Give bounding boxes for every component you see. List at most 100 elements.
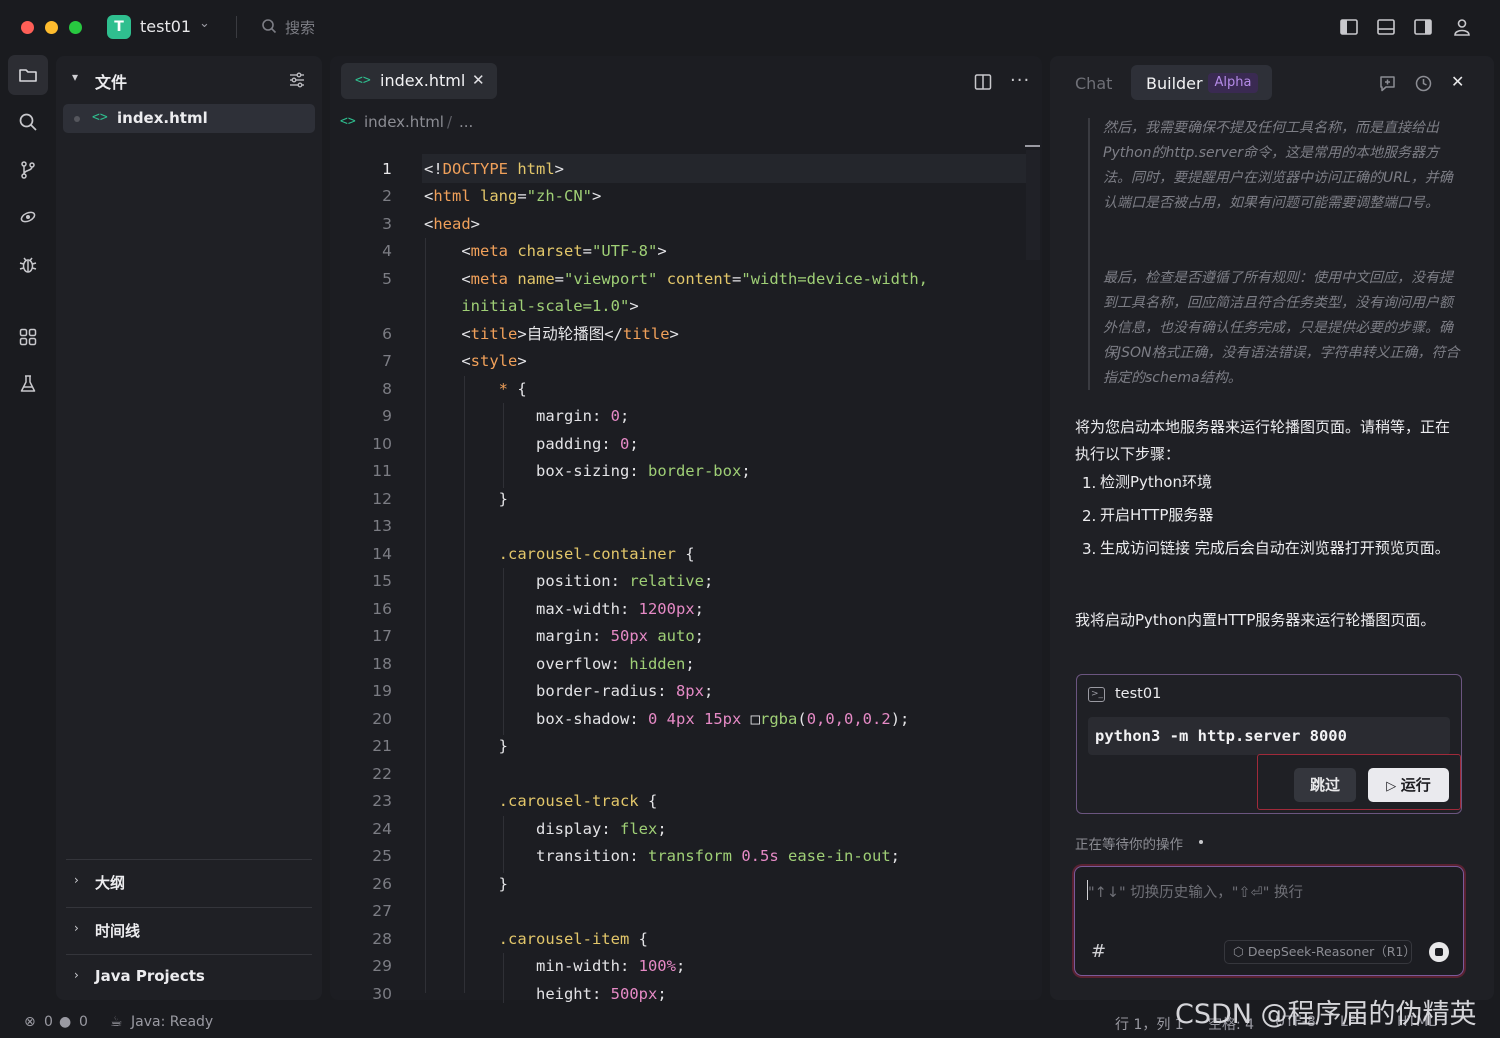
breadcrumb-file[interactable]: index.html — [364, 113, 444, 131]
more-icon[interactable]: ··· — [1010, 70, 1030, 91]
toggle-left-panel-icon[interactable] — [1339, 17, 1359, 37]
code-token: ; — [657, 985, 667, 1003]
code-line[interactable]: transition: transform 0.5s ease-in-out; — [424, 846, 900, 866]
code-line[interactable]: border-radius: 8px; — [424, 681, 713, 701]
waiting-status: 正在等待你的操作 — [1075, 837, 1183, 853]
debug-button[interactable] — [8, 245, 48, 285]
code-line[interactable]: <title>自动轮播图</title> — [424, 324, 679, 344]
minimize-window-button[interactable] — [45, 21, 58, 34]
code-token: : — [629, 462, 648, 480]
code-line[interactable]: box-sizing: border-box; — [424, 461, 751, 481]
chevron-right-icon[interactable]: › — [74, 921, 79, 935]
code-token: < — [424, 325, 471, 343]
section-outline[interactable]: 大纲 — [95, 872, 125, 893]
chevron-down-icon[interactable]: ⌄ — [199, 16, 210, 31]
line-number: 5 — [382, 270, 392, 288]
code-token: .carousel-track — [424, 792, 639, 810]
tab-chat[interactable]: Chat — [1075, 74, 1112, 93]
chevron-right-icon[interactable]: › — [74, 873, 79, 887]
git-branch-icon — [21, 161, 35, 179]
watermark: CSDN @程序届的伪精英 — [1175, 999, 1477, 1030]
code-token: max-width — [424, 600, 620, 618]
skip-button[interactable]: 跳过 — [1294, 768, 1356, 802]
close-icon[interactable]: ✕ — [1451, 72, 1464, 91]
chevron-down-icon[interactable]: ▾ — [72, 70, 78, 84]
code-line[interactable]: <meta name="viewport" content="width=dev… — [424, 269, 928, 289]
testing-button[interactable] — [8, 364, 48, 404]
code-token: box-sizing — [424, 462, 630, 480]
code-token: : — [591, 985, 611, 1003]
code-token: □ — [741, 710, 761, 728]
code-line[interactable]: } — [424, 874, 508, 894]
breadcrumb-more[interactable]: ... — [459, 113, 473, 131]
minimap-slider[interactable] — [1025, 145, 1040, 147]
remote-button[interactable] — [8, 197, 48, 237]
code-token: { — [629, 930, 648, 948]
code-line[interactable]: } — [424, 489, 508, 509]
context-hash-button[interactable]: # — [1091, 941, 1106, 962]
search-input[interactable]: 搜索 — [285, 17, 315, 38]
run-button[interactable]: ▷ 运行 — [1368, 768, 1449, 802]
code-line[interactable]: margin: 0; — [424, 406, 629, 426]
explorer-title[interactable]: 文件 — [95, 69, 127, 93]
code-line[interactable]: <meta charset="UTF-8"> — [424, 241, 666, 261]
code-line[interactable]: height: 500px; — [424, 984, 667, 1004]
close-window-button[interactable] — [21, 21, 34, 34]
code-line[interactable]: <!DOCTYPE html> — [424, 159, 564, 179]
project-badge[interactable]: T — [107, 15, 131, 39]
code-line[interactable]: padding: 0; — [424, 434, 639, 454]
code-token: name — [517, 270, 555, 288]
minimap[interactable] — [1026, 150, 1040, 260]
chevron-right-icon[interactable]: › — [74, 968, 79, 982]
cursor-position[interactable]: 行 1，列 1 — [1115, 1014, 1184, 1034]
tab-label[interactable]: index.html — [380, 71, 465, 90]
code-line[interactable]: min-width: 100%; — [424, 956, 685, 976]
extensions-button[interactable] — [8, 317, 48, 357]
code-line[interactable]: .carousel-track { — [424, 791, 658, 811]
chat-input-placeholder[interactable]: "↑↓" 切换历史输入，"⇧⏎" 换行 — [1088, 881, 1303, 902]
account-icon[interactable] — [1452, 17, 1472, 37]
section-java-projects[interactable]: Java Projects — [95, 967, 205, 985]
code-line[interactable]: <html lang="zh-CN"> — [424, 186, 601, 206]
java-status[interactable]: Java: Ready — [131, 1014, 213, 1030]
line-number: 1 — [382, 160, 392, 178]
tab-builder-label[interactable]: Builder — [1146, 74, 1203, 93]
code-line[interactable]: box-shadow: 0 4px 15px □rgba(0,0,0,0.2); — [424, 709, 909, 729]
step-text: 检测Python环境 — [1100, 473, 1212, 491]
code-line[interactable]: display: flex; — [424, 819, 667, 839]
code-line[interactable]: <head> — [424, 214, 480, 234]
split-editor-icon[interactable] — [974, 73, 992, 91]
code-line[interactable]: * { — [424, 379, 527, 399]
code-line[interactable]: } — [424, 736, 508, 756]
error-icon[interactable]: ⊗ — [24, 1014, 36, 1030]
code-token: "viewport" — [564, 270, 658, 288]
toggle-right-panel-icon[interactable] — [1413, 17, 1433, 37]
project-name[interactable]: test01 — [140, 17, 191, 36]
code-line[interactable]: margin: 50px auto; — [424, 626, 704, 646]
warning-count[interactable]: 0 — [79, 1014, 88, 1030]
code-line[interactable]: initial-scale=1.0"> — [424, 296, 638, 316]
code-line[interactable]: .carousel-container { — [424, 544, 695, 564]
new-chat-icon[interactable] — [1378, 74, 1397, 93]
file-name[interactable]: index.html — [117, 109, 208, 127]
maximize-window-button[interactable] — [69, 21, 82, 34]
code-token: head — [433, 215, 471, 233]
close-icon[interactable]: ✕ — [472, 71, 485, 89]
explorer-button[interactable] — [8, 55, 48, 95]
filter-settings-icon[interactable] — [288, 71, 306, 89]
error-count[interactable]: 0 — [44, 1014, 53, 1030]
code-token: ; — [890, 847, 900, 865]
code-line[interactable]: position: relative; — [424, 571, 713, 591]
search-icon[interactable] — [261, 18, 277, 34]
toggle-bottom-panel-icon[interactable] — [1376, 17, 1396, 37]
history-icon[interactable] — [1414, 74, 1433, 93]
code-line[interactable]: max-width: 1200px; — [424, 599, 704, 619]
source-control-button[interactable] — [8, 150, 48, 190]
warning-icon[interactable]: ● — [59, 1014, 71, 1030]
code-line[interactable]: <style> — [424, 351, 526, 371]
section-timeline[interactable]: 时间线 — [95, 920, 140, 941]
model-selector[interactable]: ⬡ DeepSeek-Reasoner（R1） — [1224, 940, 1412, 964]
search-button[interactable] — [8, 102, 48, 142]
code-line[interactable]: overflow: hidden; — [424, 654, 695, 674]
code-line[interactable]: .carousel-item { — [424, 929, 648, 949]
